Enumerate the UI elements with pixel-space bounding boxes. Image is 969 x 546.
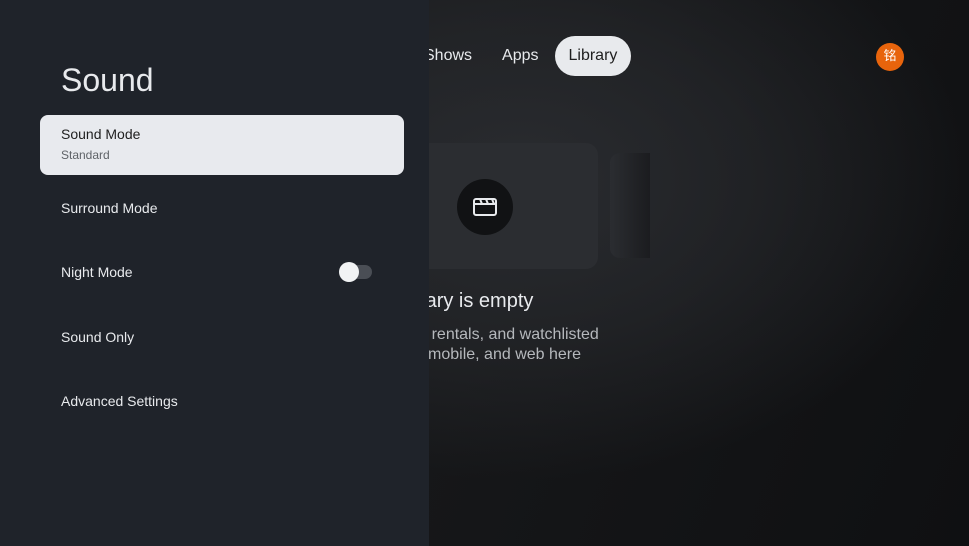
avatar[interactable]: 铭 [876,43,904,71]
tab-apps[interactable]: Apps [488,36,552,76]
menu-item-label: Surround Mode [61,200,158,216]
library-placeholder-card-partial [610,153,650,258]
menu-item-night-mode[interactable]: Night Mode [40,252,404,292]
menu-item-label: Advanced Settings [61,393,178,409]
menu-item-sound-mode[interactable]: Sound Mode Standard [40,115,404,175]
movie-clapperboard-icon-svg [473,198,497,216]
menu-item-value: Standard [61,148,110,162]
toggle-knob [339,262,359,282]
sound-settings-panel: Sound Sound Mode Standard Surround Mode … [0,0,429,546]
menu-item-label: Sound Only [61,329,135,345]
night-mode-toggle[interactable] [339,262,372,282]
tab-library[interactable]: Library [554,36,632,76]
menu-item-label: Sound Mode [61,126,141,142]
menu-item-advanced-settings[interactable]: Advanced Settings [40,381,404,421]
panel-title: Sound [61,62,154,98]
movie-clapperboard-icon [457,179,513,235]
top-nav: Shows Apps Library [410,36,633,76]
menu-item-surround-mode[interactable]: Surround Mode [40,188,404,228]
menu-item-sound-only[interactable]: Sound Only [40,317,404,357]
